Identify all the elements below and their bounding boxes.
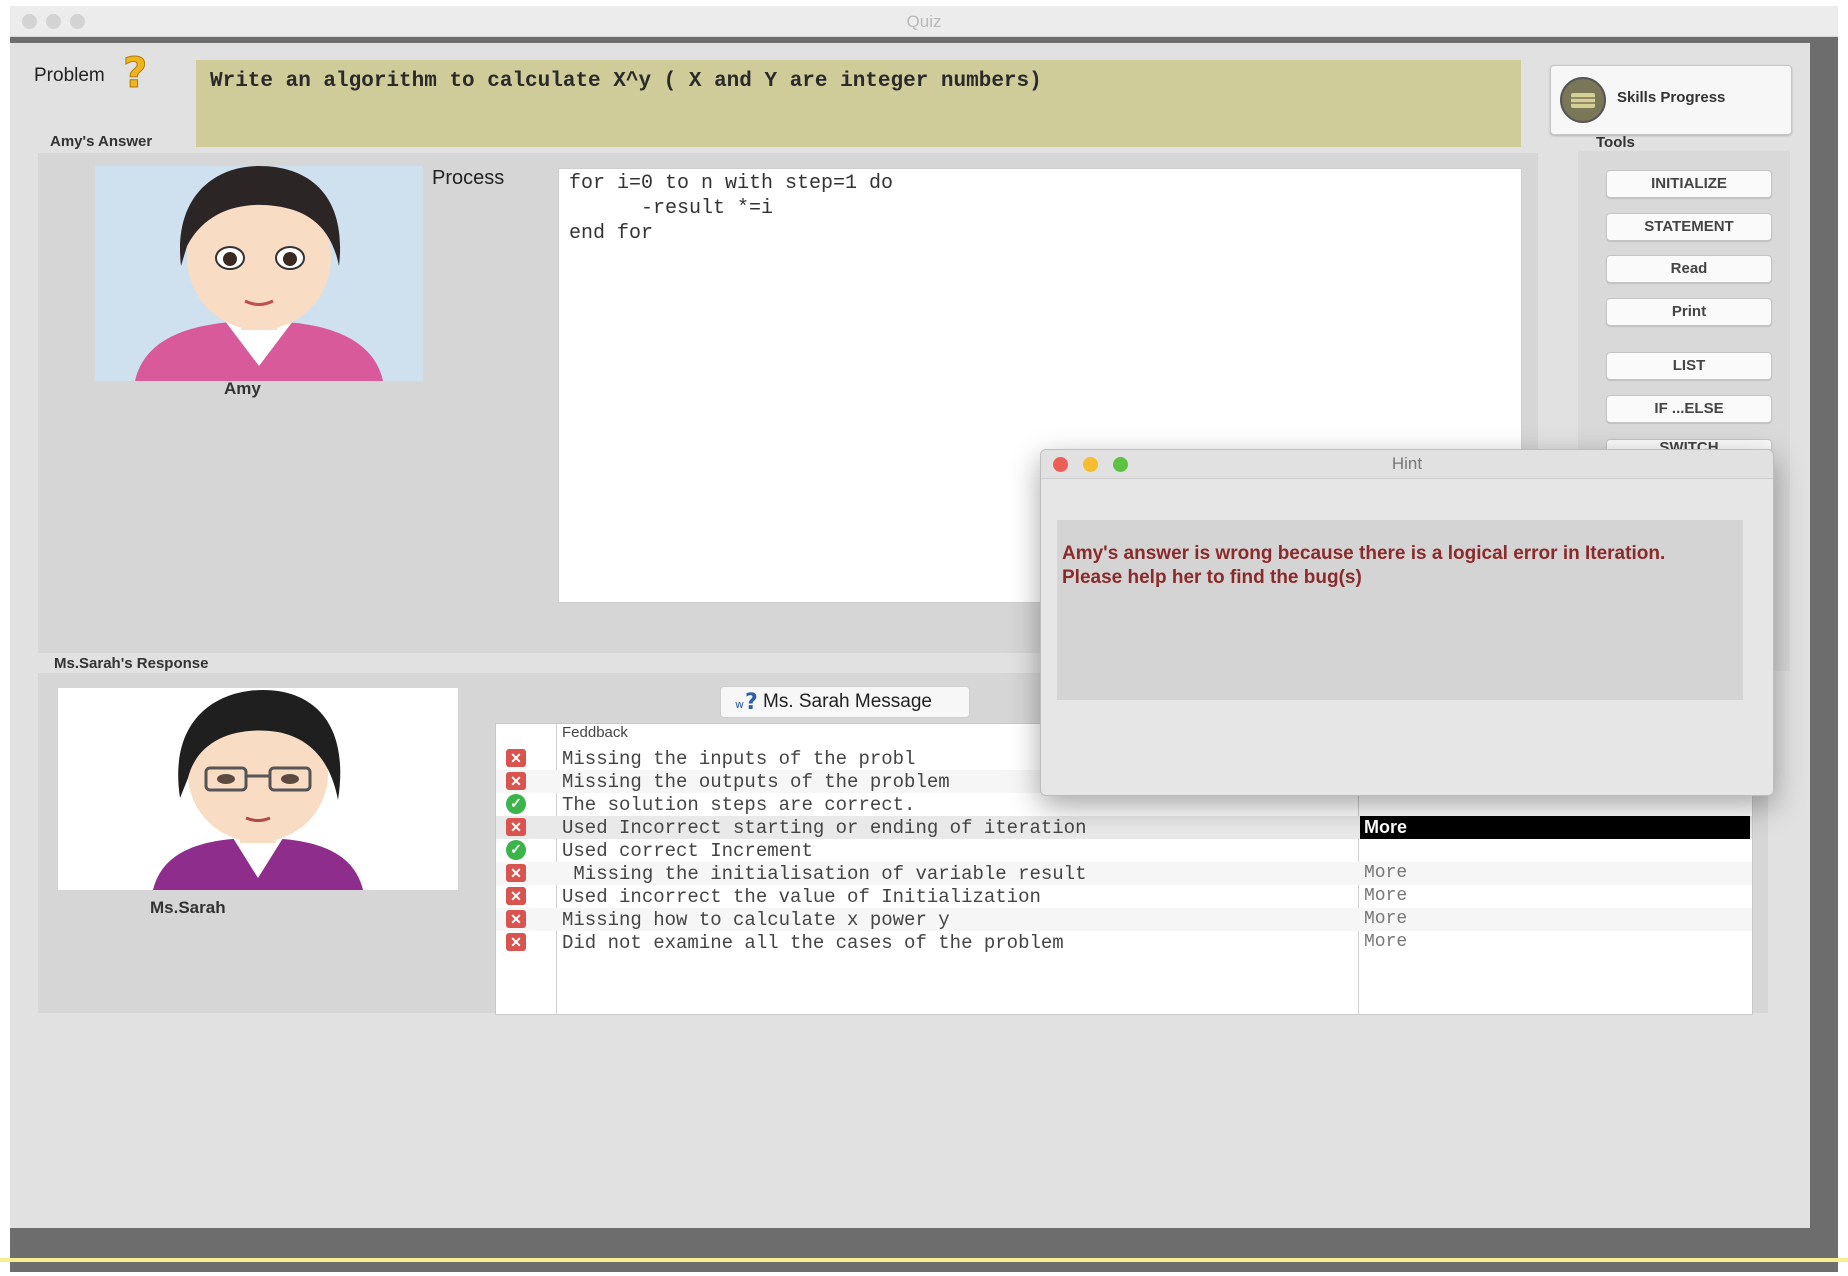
skills-progress-icon [1559,76,1607,129]
teacher-name: Ms.Sarah [150,898,226,917]
hint-titlebar: Hint [1041,450,1773,479]
more-link[interactable]: More [1364,909,1407,929]
student-name: Amy [224,379,261,398]
window-titlebar: Quiz [10,6,1838,37]
more-link[interactable]: More [1364,863,1407,883]
hint-message-box: Amy's answer is wrong because there is a… [1057,520,1743,700]
problem-label: Problem [34,65,105,86]
feedback-row[interactable]: ✕ Used Incorrect starting or ending of it… [496,816,1752,839]
error-icon: ✕ [506,910,526,928]
tool-print-button[interactable]: Print [1606,298,1772,326]
more-link[interactable]: More [1364,932,1407,952]
error-icon: ✕ [506,887,526,905]
feedback-text: Missing the inputs of the probl [562,748,916,770]
feedback-text: Missing the initialisation of variable r… [562,863,1087,885]
feedback-text: Used correct Increment [562,840,813,862]
svg-text:?: ? [123,49,147,97]
window-title: Quiz [906,12,942,31]
skills-progress-button[interactable]: Skills Progress [1550,65,1792,135]
question-mark-icon: ? [118,48,158,99]
teacher-avatar [58,688,458,890]
error-icon: ✕ [506,818,526,836]
tool-initialize-button[interactable]: INITIALIZE [1606,170,1772,198]
hint-title: Hint [1391,454,1423,473]
process-code: for i=0 to n with step=1 do -result *=i … [569,172,894,245]
tool-statement-button[interactable]: STATEMENT [1606,213,1772,241]
tool-if-else-button[interactable]: IF ...ELSE [1606,395,1772,423]
error-icon: ✕ [506,749,526,767]
message-help-icon: w ? [735,689,763,723]
problem-text: Write an algorithm to calculate X^y ( X … [210,70,1042,93]
check-icon: ✓ [506,840,526,860]
more-link[interactable]: More [1364,817,1407,838]
answer-section-label: Amy's Answer [50,133,153,150]
error-icon: ✕ [506,772,526,790]
feedback-text: Missing how to calculate x power y [562,909,950,931]
feedback-text: Used Incorrect starting or ending of ite… [562,817,1087,839]
feedback-text: Used incorrect the value of Initializati… [562,886,1041,908]
svg-text:w: w [735,698,744,711]
student-avatar [95,166,423,381]
tab-ms-sarah-message-label: Ms. Sarah Message [763,691,932,712]
feedback-header: Feddback [562,724,628,741]
tab-ms-sarah-message[interactable]: w ? Ms. Sarah Message [720,686,970,718]
tool-list-button[interactable]: LIST [1606,352,1772,380]
feedback-row[interactable]: ✓ The solution steps are correct. [496,793,1752,816]
hint-dialog: Hint Amy's answer is wrong because there… [1040,449,1774,796]
feedback-row[interactable]: ✕ Used incorrect the value of Initializat… [496,885,1752,908]
svg-text:?: ? [745,690,758,713]
more-selected-highlight [1360,816,1750,839]
feedback-text: Did not examine all the cases of the pro… [562,932,1064,954]
feedback-row[interactable]: ✕ Missing the initialisation of variable… [496,862,1752,885]
error-icon: ✕ [506,864,526,882]
more-link[interactable]: More [1364,886,1407,906]
feedback-text: Missing the outputs of the problem [562,771,950,793]
response-section-label: Ms.Sarah's Response [54,655,209,672]
feedback-row[interactable]: ✕ Missing how to calculate x power y More [496,908,1752,931]
feedback-row[interactable]: ✕ Did not examine all the cases of the pr… [496,931,1752,954]
hint-message: Amy's answer is wrong because there is a… [1062,543,1666,588]
skills-progress-label: Skills Progress [1617,89,1726,106]
process-label: Process [432,167,505,189]
feedback-text: The solution steps are correct. [562,794,916,816]
check-icon: ✓ [506,794,526,814]
problem-statement-box: Write an algorithm to calculate X^y ( X … [196,60,1521,147]
error-icon: ✕ [506,933,526,951]
feedback-row[interactable]: ✓ Used correct Increment [496,839,1752,862]
tool-read-button[interactable]: Read [1606,255,1772,283]
quiz-window: Quiz Problem ? Write an algorithm to cal… [10,6,1838,1272]
bottom-accent-line [0,1258,1848,1262]
tools-label: Tools [1596,134,1635,151]
